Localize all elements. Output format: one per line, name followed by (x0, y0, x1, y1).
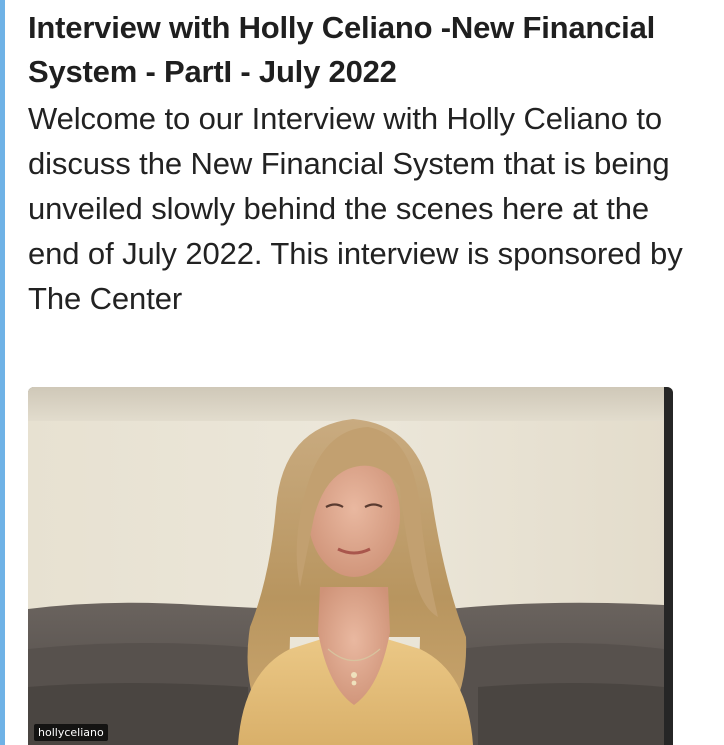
post-body-text: Welcome to our Interview with Holly Celi… (28, 101, 683, 316)
post-message: Interview with Holly Celiano -New Financ… (28, 6, 708, 321)
message-accent-bar (0, 0, 5, 745)
video-thumbnail[interactable]: hollyceliano (28, 387, 673, 745)
video-frame-image (28, 387, 673, 745)
post-title: Interview with Holly Celiano -New Financ… (28, 10, 656, 89)
video-username-label: hollyceliano (34, 724, 108, 741)
